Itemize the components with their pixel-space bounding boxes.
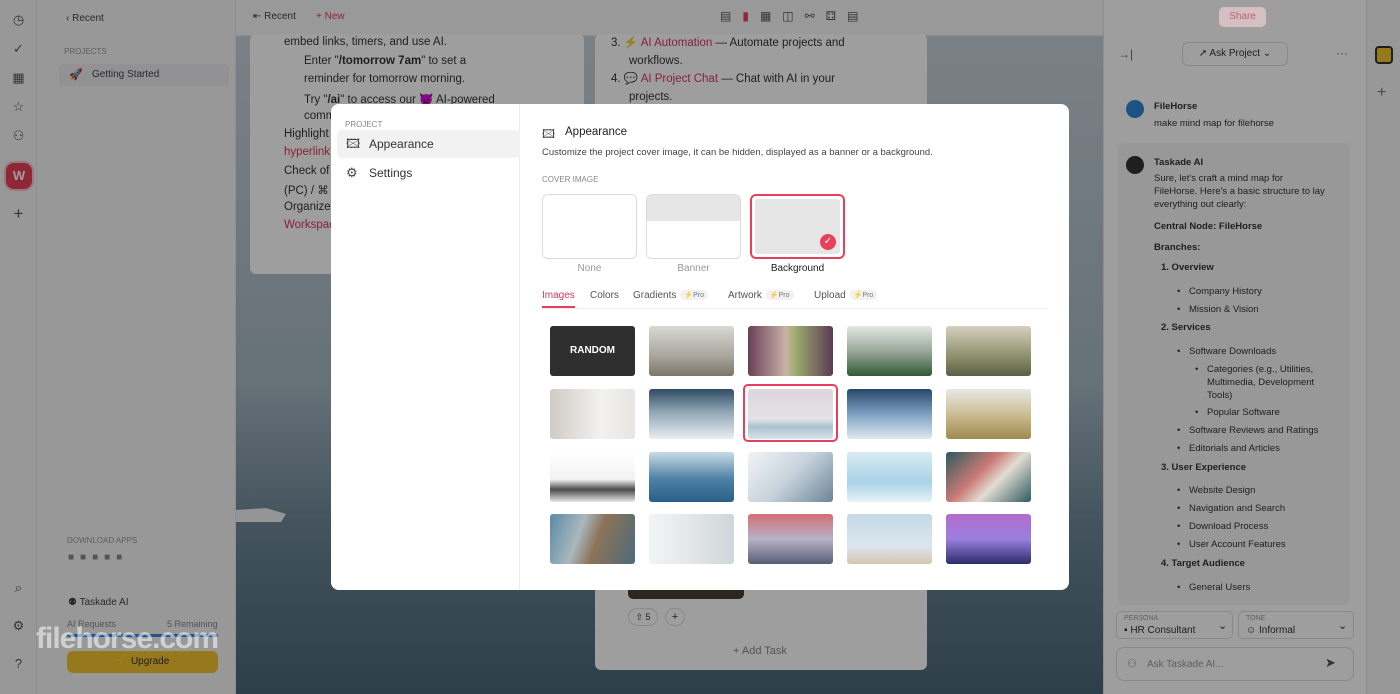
nav-appearance[interactable]: 🖾 Appearance xyxy=(337,130,520,158)
nav-settings[interactable]: ⚙ Settings xyxy=(337,159,520,187)
cover-option-banner[interactable] xyxy=(646,194,741,259)
background-preview: ✓ xyxy=(755,199,840,254)
cover-label-banner: Banner xyxy=(677,263,710,274)
cover-option-none[interactable] xyxy=(542,194,637,259)
cover-thumb-14[interactable] xyxy=(946,452,1031,502)
cover-thumb-18[interactable] xyxy=(847,514,932,564)
cover-thumb-3[interactable] xyxy=(847,326,932,376)
cover-thumb-4[interactable] xyxy=(946,326,1031,376)
cover-thumb-5[interactable] xyxy=(550,389,635,439)
cover-thumb-16[interactable] xyxy=(649,514,734,564)
pro-badge: ⚡Pro xyxy=(765,290,794,300)
modal-nav: PROJECT 🖾 Appearance ⚙ Settings xyxy=(331,104,520,590)
project-settings-modal: PROJECT 🖾 Appearance ⚙ Settings 🖾 Appearan… xyxy=(331,104,1069,590)
watermark: filehorse.com xyxy=(36,622,219,655)
tab-upload[interactable]: Upload ⚡Pro xyxy=(814,290,878,301)
modal-description: Customize the project cover image, it ca… xyxy=(542,147,933,158)
check-icon: ✓ xyxy=(820,234,836,250)
image-icon: 🖾 xyxy=(346,136,361,151)
nav-header: PROJECT xyxy=(345,120,383,129)
pro-badge: ⚡Pro xyxy=(680,290,708,300)
cover-thumb-11[interactable] xyxy=(649,452,734,502)
tab-colors[interactable]: Colors xyxy=(590,290,619,301)
cover-option-background[interactable]: ✓ xyxy=(750,194,845,259)
modal-title: Appearance xyxy=(565,126,628,138)
tabs-divider xyxy=(542,308,1048,309)
cover-thumb-12[interactable] xyxy=(748,452,833,502)
cover-header: COVER IMAGE xyxy=(542,175,599,184)
banner-preview xyxy=(647,195,740,221)
tab-gradients[interactable]: Gradients ⚡Pro xyxy=(633,290,708,301)
tab-images[interactable]: Images xyxy=(542,290,575,301)
cover-thumb-2[interactable] xyxy=(748,326,833,376)
tab-artwork[interactable]: Artwork ⚡Pro xyxy=(728,290,794,301)
cover-label-none: None xyxy=(577,263,602,274)
share-button[interactable]: Share xyxy=(1219,7,1266,27)
cover-thumb-13[interactable] xyxy=(847,452,932,502)
cover-thumb-15[interactable] xyxy=(550,514,635,564)
pro-badge: ⚡Pro xyxy=(849,290,878,300)
image-icon: 🖾 xyxy=(542,127,556,141)
random-image-button[interactable]: RANDOM xyxy=(550,326,635,376)
cover-thumb-6[interactable] xyxy=(649,389,734,439)
cover-thumb-19[interactable] xyxy=(946,514,1031,564)
cover-thumb-9[interactable] xyxy=(946,389,1031,439)
cover-thumb-7[interactable] xyxy=(748,389,833,439)
cover-thumb-17[interactable] xyxy=(748,514,833,564)
cover-thumb-1[interactable] xyxy=(649,326,734,376)
cover-thumb-8[interactable] xyxy=(847,389,932,439)
gear-icon: ⚙ xyxy=(346,165,358,180)
cover-label-background: Background xyxy=(770,263,825,274)
cover-thumb-10[interactable] xyxy=(550,452,635,502)
